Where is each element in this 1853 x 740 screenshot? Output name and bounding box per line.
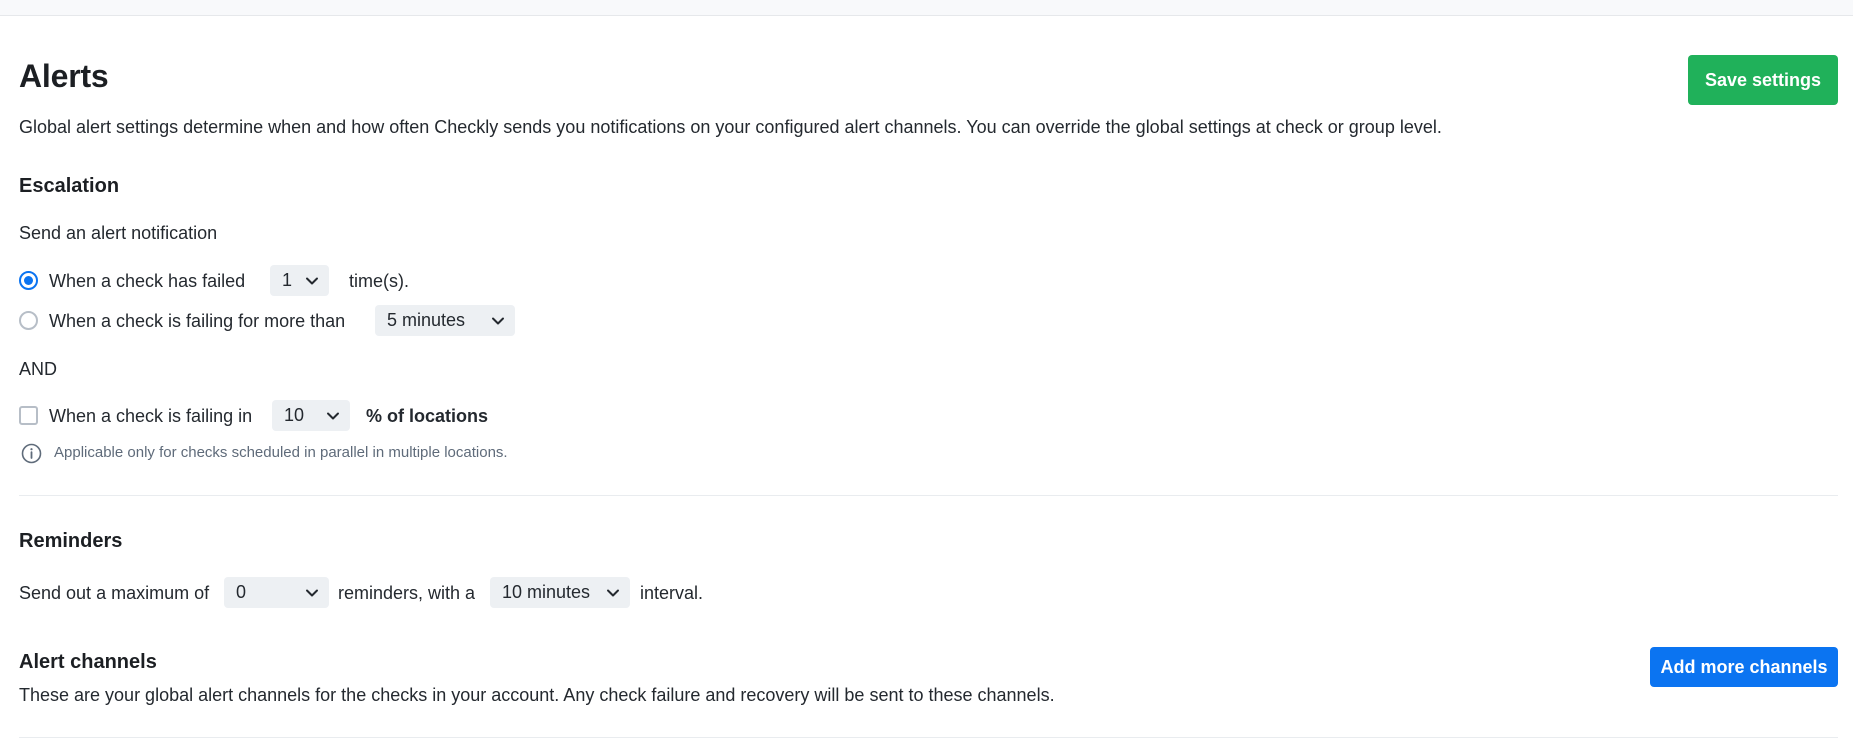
alert-settings-page: Alerts Save settings Global alert settin… xyxy=(19,0,1838,740)
option-failed-suffix: time(s). xyxy=(349,271,409,291)
option-locations-suffix: % of locations xyxy=(366,406,489,426)
escalation-title: Escalation xyxy=(19,175,120,197)
info-icon xyxy=(21,443,42,464)
locations-percent-select[interactable]: 10 xyxy=(272,400,350,431)
reminders-count-select[interactable]: 0 xyxy=(224,577,329,608)
option-failed-label: When a check has failed xyxy=(49,271,246,291)
reminders-suffix: interval. xyxy=(640,583,704,603)
section-divider xyxy=(19,737,1838,738)
locations-percent-value: 10 xyxy=(284,405,305,425)
reminders-count-value: 0 xyxy=(236,582,247,602)
reminders-interval-select[interactable]: 10 minutes xyxy=(490,577,630,608)
save-settings-button[interactable]: Save settings xyxy=(1688,55,1838,105)
chevron-down-icon xyxy=(306,589,318,597)
add-more-channels-button[interactable]: Add more channels xyxy=(1650,647,1838,687)
reminders-interval-value: 10 minutes xyxy=(502,582,591,602)
chevron-down-icon xyxy=(327,412,339,420)
failing-duration-select[interactable]: 5 minutes xyxy=(375,305,515,336)
reminders-middle: reminders, with a xyxy=(338,583,476,603)
page-title: Alerts xyxy=(19,58,109,94)
option-locations-label: When a check is failing in xyxy=(49,406,253,426)
locations-checkbox[interactable] xyxy=(19,406,38,425)
radio-failed-times[interactable] xyxy=(19,271,38,290)
escalation-intro: Send an alert notification xyxy=(19,223,218,243)
alert-channels-description: These are your global alert channels for… xyxy=(19,685,1055,705)
locations-hint: Applicable only for checks scheduled in … xyxy=(54,444,508,461)
reminders-prefix: Send out a maximum of xyxy=(19,583,210,603)
failing-duration-value: 5 minutes xyxy=(387,310,466,330)
reminders-title: Reminders xyxy=(19,530,123,552)
failed-times-value: 1 xyxy=(282,270,293,290)
chevron-down-icon xyxy=(607,589,619,597)
section-divider xyxy=(19,495,1838,496)
radio-failing-duration[interactable] xyxy=(19,311,38,330)
and-label: AND xyxy=(19,359,58,379)
failed-times-select[interactable]: 1 xyxy=(270,265,329,296)
page-description: Global alert settings determine when and… xyxy=(19,117,1442,137)
alert-channels-title: Alert channels xyxy=(19,651,157,673)
chevron-down-icon xyxy=(492,317,504,325)
chevron-down-icon xyxy=(306,277,318,285)
option-failing-time-label: When a check is failing for more than xyxy=(49,311,346,331)
